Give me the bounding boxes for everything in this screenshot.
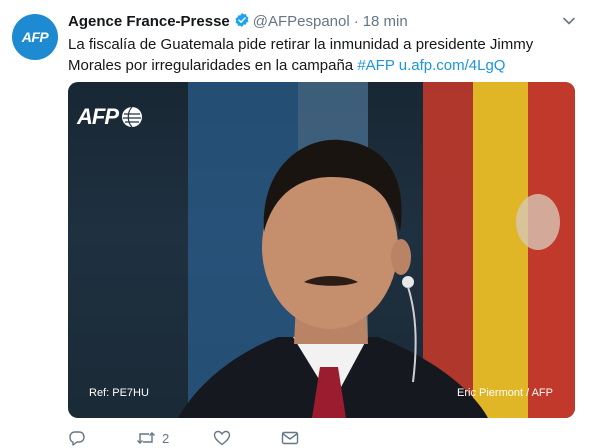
chevron-down-icon[interactable] bbox=[562, 14, 576, 33]
afp-logo-text: AFP bbox=[77, 104, 119, 129]
message-button[interactable] bbox=[281, 429, 305, 447]
globe-icon bbox=[122, 106, 142, 128]
url-link[interactable]: u.afp.com/4LgQ bbox=[399, 57, 506, 74]
like-button[interactable] bbox=[213, 429, 237, 447]
tweet-text: La fiscalía de Guatemala pide retirar la… bbox=[68, 34, 573, 76]
reply-button[interactable] bbox=[68, 429, 92, 447]
separator-dot: · bbox=[353, 13, 359, 30]
retweet-count: 2 bbox=[162, 430, 170, 446]
afp-logo: AFP bbox=[77, 104, 143, 130]
author-name[interactable]: Agence France-Presse bbox=[68, 13, 230, 30]
photo-ref: Ref: PE7HU bbox=[89, 387, 149, 399]
tweet-media-image[interactable]: AFP Ref: PE7HU Eric Piermont / AFP bbox=[68, 82, 575, 418]
hashtag-link[interactable]: #AFP bbox=[357, 57, 394, 74]
like-icon bbox=[213, 429, 231, 447]
retweet-button[interactable]: 2 bbox=[136, 429, 169, 447]
avatar[interactable]: AFP bbox=[12, 14, 58, 60]
tweet-header: Agence France-Presse @AFPespanol · 18 min bbox=[68, 12, 554, 34]
author-handle[interactable]: @AFPespanol bbox=[253, 13, 350, 30]
retweet-icon bbox=[136, 429, 156, 447]
avatar-logo-text: AFP bbox=[21, 29, 49, 45]
photo-scene bbox=[178, 82, 575, 418]
verified-badge-icon bbox=[234, 12, 250, 34]
message-icon bbox=[281, 429, 299, 447]
reply-icon bbox=[68, 429, 86, 447]
tweet-timestamp[interactable]: 18 min bbox=[363, 13, 408, 30]
tweet-actions: 2 bbox=[68, 428, 388, 448]
photo-credit: Eric Piermont / AFP bbox=[457, 387, 553, 399]
